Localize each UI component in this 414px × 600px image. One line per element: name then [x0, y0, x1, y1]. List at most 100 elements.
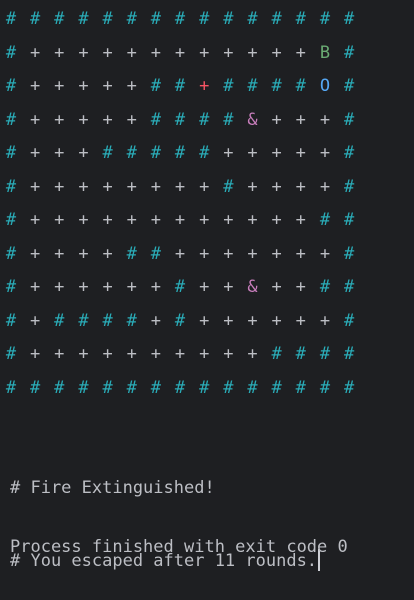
grid-floor-cell: +: [54, 344, 65, 364]
grid-wall-cell: #: [223, 76, 234, 96]
grid-wall-cell: #: [5, 210, 17, 230]
grid-floor-cell: +: [102, 344, 113, 364]
grid-wall-cell: #: [343, 143, 355, 163]
grid-wall-cell: #: [5, 243, 17, 264]
grid-floor-cell: +: [30, 243, 41, 264]
grid-floor-cell: +: [54, 210, 65, 230]
grid-wall-cell: #: [78, 310, 89, 331]
grid-floor-cell: +: [223, 210, 234, 230]
grid-floor-cell: +: [319, 109, 331, 130]
grid-wall-cell: #: [5, 42, 17, 63]
grid-floor-cell: +: [295, 176, 306, 197]
grid-wall-cell: #: [174, 143, 186, 163]
grid-wall-cell: #: [319, 344, 331, 364]
grid-floor-cell: +: [247, 143, 258, 163]
grid-wall-cell: #: [343, 310, 355, 331]
grid-wall-cell: #: [199, 377, 210, 398]
grid-wall-cell: #: [126, 243, 137, 264]
grid-floor-cell: +: [199, 243, 210, 264]
grid-wall-cell: #: [30, 9, 41, 29]
grid-wall-cell: #: [126, 310, 137, 331]
grid-wall-cell: #: [174, 9, 186, 29]
grid-floor-cell: +: [30, 210, 41, 230]
grid-wall-cell: #: [126, 9, 137, 29]
grid-floor-cell: +: [126, 42, 137, 63]
grid-wall-cell: #: [343, 210, 355, 230]
grid-wall-cell: #: [271, 76, 282, 96]
grid-floor-cell: +: [126, 344, 137, 364]
grid-wall-cell: #: [5, 310, 17, 331]
grid-wall-cell: #: [343, 344, 355, 364]
output-text: # Fire Extinguished!: [10, 478, 215, 498]
grid-floor-cell: +: [271, 243, 282, 264]
grid-floor-cell: +: [30, 277, 41, 297]
grid-floor-cell: +: [30, 344, 41, 364]
grid-wall-cell: #: [126, 377, 137, 398]
grid-wall-cell: #: [150, 9, 162, 29]
grid-floor-cell: +: [150, 277, 162, 297]
grid-floor-cell: +: [54, 76, 65, 96]
grid-wall-cell: #: [54, 310, 65, 331]
grid-wall-cell: #: [5, 344, 17, 364]
grid-wall-cell: #: [319, 277, 331, 297]
grid-player-cell: &: [247, 109, 258, 130]
grid-floor-cell: +: [78, 344, 89, 364]
grid-wall-cell: #: [271, 9, 282, 29]
grid-floor-cell: +: [295, 210, 306, 230]
grid-floor-cell: +: [54, 243, 65, 264]
grid-wall-cell: #: [5, 277, 17, 297]
grid-floor-cell: +: [271, 277, 282, 297]
grid-floor-cell: +: [199, 210, 210, 230]
grid-floor-cell: +: [30, 76, 41, 96]
grid-wall-cell: #: [343, 377, 355, 398]
grid-floor-cell: +: [54, 109, 65, 130]
grid-floor-cell: +: [271, 143, 282, 163]
grid-wall-cell: #: [150, 143, 162, 163]
grid-floor-cell: +: [223, 243, 234, 264]
grid-floor-cell: +: [247, 310, 258, 331]
grid-floor-cell: +: [223, 143, 234, 163]
grid-wall-cell: #: [343, 42, 355, 63]
grid-wall-cell: #: [5, 109, 17, 130]
grid-player-cell: &: [247, 277, 258, 297]
grid-floor-cell: +: [126, 109, 137, 130]
grid-floor-cell: +: [150, 42, 162, 63]
grid-floor-cell: +: [223, 310, 234, 331]
grid-wall-cell: #: [78, 377, 89, 398]
grid-wall-cell: #: [343, 9, 355, 29]
grid-wall-cell: #: [199, 109, 210, 130]
grid-floor-cell: +: [199, 277, 210, 297]
grid-wall-cell: #: [271, 344, 282, 364]
grid-floor-cell: +: [150, 310, 162, 331]
grid-wall-cell: #: [343, 109, 355, 130]
grid-floor-cell: +: [102, 243, 113, 264]
grid-wall-cell: #: [150, 377, 162, 398]
grid-wall-cell: #: [295, 344, 306, 364]
grid-wall-cell: #: [199, 143, 210, 163]
grid-floor-cell: +: [30, 310, 41, 331]
grid-floor-cell: +: [126, 277, 137, 297]
grid-wall-cell: #: [150, 76, 162, 96]
grid-wall-cell: #: [247, 9, 258, 29]
grid-floor-cell: +: [295, 310, 306, 331]
process-exit-message: Process finished with exit code 0: [10, 537, 348, 557]
grid-wall-cell: #: [223, 9, 234, 29]
grid-wall-cell: #: [102, 143, 113, 163]
grid-floor-cell: +: [319, 310, 331, 331]
grid-floor-cell: +: [271, 210, 282, 230]
grid-floor-cell: +: [102, 210, 113, 230]
grid-floor-cell: +: [78, 143, 89, 163]
grid-exit-cell: O: [319, 76, 331, 96]
grid-floor-cell: +: [30, 109, 41, 130]
grid-floor-cell: +: [30, 143, 41, 163]
grid-wall-cell: #: [102, 9, 113, 29]
grid-wall-cell: #: [174, 277, 186, 297]
grid-wall-cell: #: [5, 143, 17, 163]
grid-floor-cell: +: [150, 344, 162, 364]
grid-floor-cell: +: [319, 243, 331, 264]
grid-floor-cell: +: [78, 109, 89, 130]
grid-floor-cell: +: [102, 176, 113, 197]
grid-wall-cell: #: [295, 76, 306, 96]
grid-floor-cell: +: [174, 42, 186, 63]
grid-floor-cell: +: [174, 243, 186, 264]
